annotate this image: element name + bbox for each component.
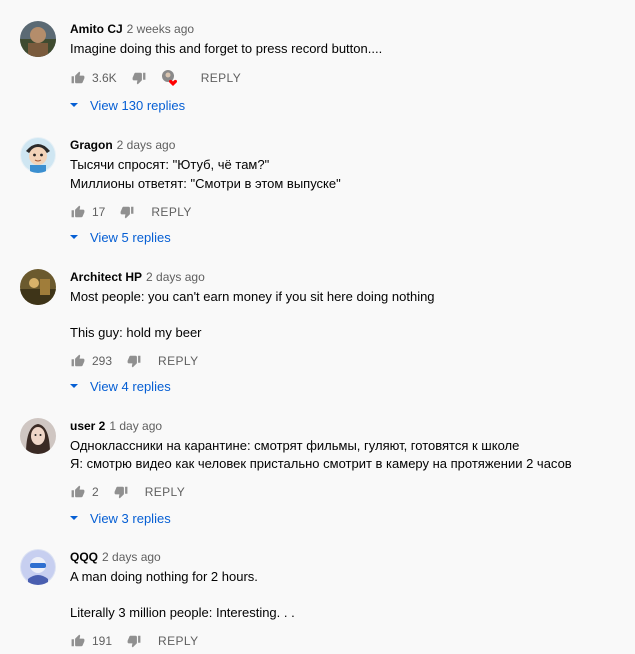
avatar[interactable] [20, 549, 56, 585]
author-name[interactable]: QQQ [70, 550, 98, 564]
view-replies-label: View 4 replies [90, 378, 171, 394]
thumbs-up-icon[interactable] [70, 70, 86, 86]
creator-heart-icon[interactable] [161, 69, 179, 87]
reply-button[interactable]: REPLY [201, 71, 241, 85]
chevron-down-icon [70, 384, 78, 388]
reply-button[interactable]: REPLY [151, 205, 191, 219]
comment-timestamp[interactable]: 2 days ago [102, 550, 161, 564]
like-count: 191 [92, 634, 113, 648]
comment-actions: 2 REPLY [70, 482, 185, 502]
thumbs-up-icon[interactable] [70, 204, 86, 220]
view-replies-label: View 5 replies [90, 229, 171, 245]
avatar[interactable] [20, 269, 56, 305]
comment-timestamp[interactable]: 2 days ago [146, 270, 205, 284]
thumbs-up-icon[interactable] [70, 633, 86, 649]
avatar[interactable] [20, 21, 56, 57]
comment-text-line: Миллионы ответят: "Смотри в этом выпуске… [70, 176, 341, 191]
comment-timestamp[interactable]: 2 days ago [117, 138, 176, 152]
reply-button[interactable]: REPLY [158, 634, 198, 648]
reply-button[interactable]: REPLY [145, 485, 185, 499]
comment-timestamp[interactable]: 1 day ago [109, 419, 162, 433]
comment-text-line: A man doing nothing for 2 hours. [70, 569, 258, 584]
author-name[interactable]: Gragon [70, 138, 113, 152]
thumbs-down-icon[interactable] [131, 70, 147, 86]
comment-text-line: Я: смотрю видео как человек пристально с… [70, 456, 572, 471]
like-count: 17 [92, 205, 106, 219]
thumbs-down-icon[interactable] [126, 353, 142, 369]
comment-text-line: Literally 3 million people: Interesting.… [70, 605, 295, 620]
view-replies-button[interactable]: View 4 replies [68, 376, 171, 396]
like-count: 2 [92, 485, 99, 499]
comment-header: Architect HP 2 days ago [70, 269, 205, 285]
comment-timestamp[interactable]: 2 weeks ago [127, 22, 194, 36]
thumbs-down-icon[interactable] [119, 204, 135, 220]
like-count: 293 [92, 354, 113, 368]
avatar[interactable] [20, 418, 56, 454]
comment-header: Gragon 2 days ago [70, 137, 175, 153]
author-name[interactable]: user 2 [70, 419, 105, 433]
comment-actions: 17 REPLY [70, 202, 192, 222]
comment-text-line: This guy: hold my beer [70, 325, 202, 340]
comment-text-line: Most people: you can't earn money if you… [70, 289, 435, 304]
view-replies-label: View 130 replies [90, 97, 186, 113]
chevron-down-icon [70, 103, 78, 107]
thumbs-down-icon[interactable] [113, 484, 129, 500]
comment-text-line: Тысячи спросят: "Ютуб, чё там?" [70, 157, 270, 172]
comment-header: QQQ 2 days ago [70, 549, 161, 565]
comment-actions: 293 REPLY [70, 351, 199, 371]
author-name[interactable]: Architect HP [70, 270, 142, 284]
comment-header: user 2 1 day ago [70, 418, 162, 434]
reply-button[interactable]: REPLY [158, 354, 198, 368]
chevron-down-icon [70, 235, 78, 239]
comment-actions: 191 REPLY [70, 631, 199, 651]
view-replies-button[interactable]: View 3 replies [68, 508, 171, 528]
view-replies-button[interactable]: View 130 replies [68, 95, 185, 115]
view-replies-button[interactable]: View 5 replies [68, 227, 171, 247]
comment-text-line: Одноклассники на карантине: смотрят филь… [70, 438, 520, 453]
thumbs-up-icon[interactable] [70, 353, 86, 369]
thumbs-down-icon[interactable] [126, 633, 142, 649]
comment-header: Amito CJ 2 weeks ago [70, 21, 194, 37]
comment-text-line: Imagine doing this and forget to press r… [70, 41, 383, 56]
author-name[interactable]: Amito CJ [70, 22, 123, 36]
comment-actions: 3.6K REPLY [70, 68, 241, 88]
like-count: 3.6K [92, 71, 117, 85]
view-replies-label: View 3 replies [90, 510, 171, 526]
thumbs-up-icon[interactable] [70, 484, 86, 500]
chevron-down-icon [70, 516, 78, 520]
avatar[interactable] [20, 137, 56, 173]
